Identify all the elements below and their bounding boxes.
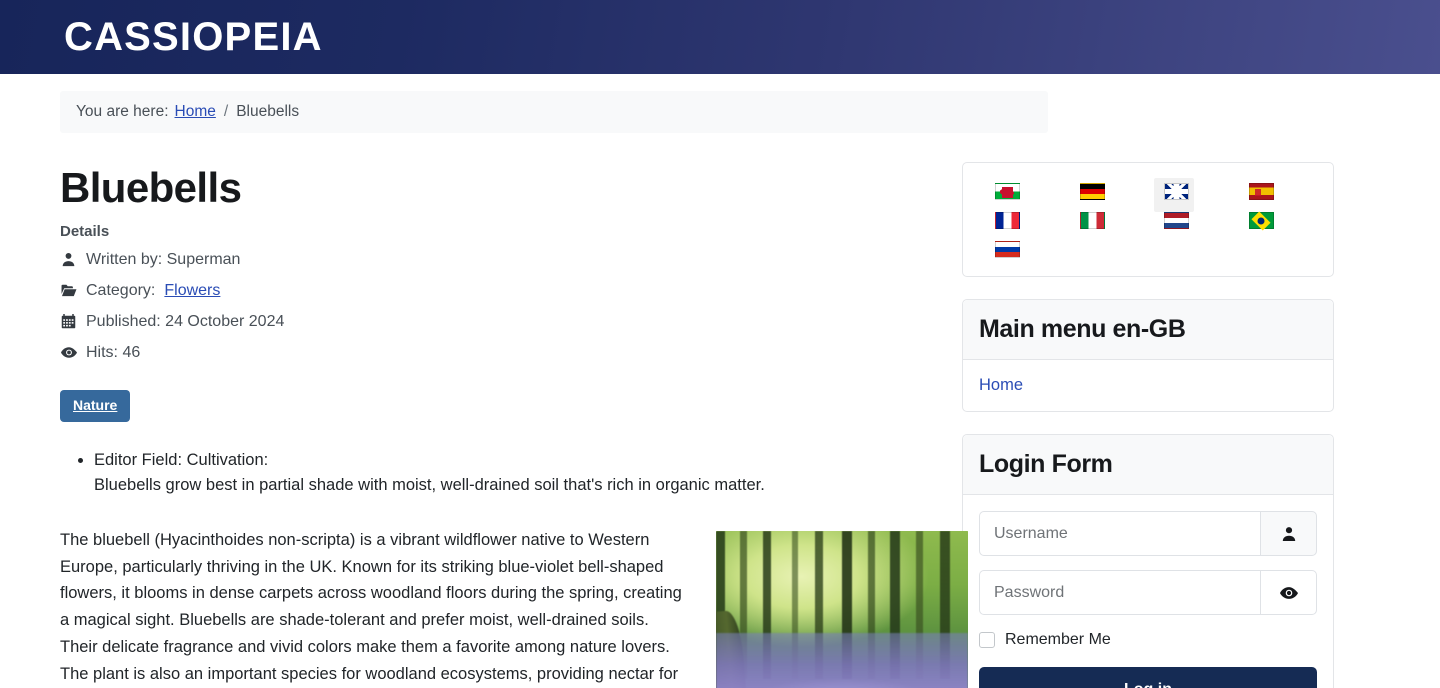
breadcrumb-label: You are here:	[76, 103, 169, 120]
calendar-icon	[60, 313, 77, 330]
remember-me-checkbox[interactable]	[979, 632, 995, 648]
wales-flag-icon	[995, 183, 1020, 200]
meta-category-text: Category:	[86, 281, 156, 299]
remember-me-row[interactable]: Remember Me	[979, 631, 1317, 649]
italy-flag-icon	[1079, 212, 1105, 229]
custom-field-label: Editor Field: Cultivation:	[94, 450, 269, 469]
login-form-title: Login Form	[963, 435, 1333, 495]
russia-flag-icon	[995, 241, 1020, 258]
language-flag-cy[interactable]	[979, 177, 1064, 206]
language-flag-ru[interactable]	[979, 235, 1064, 264]
tag-badge-nature[interactable]: Nature	[60, 390, 131, 422]
username-input[interactable]	[979, 511, 1260, 556]
meta-item-hits: Hits: 46	[60, 337, 968, 368]
france-flag-icon	[995, 212, 1020, 229]
bluebell-blooms-layer	[716, 656, 968, 688]
article-meta-list: Written by: Superman Category: Flowers P…	[60, 244, 968, 368]
language-flag-fr[interactable]	[979, 206, 1064, 235]
meta-published-text: Published: 24 October 2024	[86, 312, 285, 330]
main-menu-title: Main menu en-GB	[963, 300, 1333, 360]
breadcrumb-home-link[interactable]: Home	[175, 103, 216, 121]
site-header: CASSIOPEIA	[0, 0, 1440, 74]
meta-author-text: Written by: Superman	[86, 250, 241, 268]
login-form-module: Login Form Remember Me	[962, 434, 1334, 688]
meta-item-category: Category: Flowers	[60, 275, 968, 306]
menu-link-home[interactable]: Home	[979, 376, 1023, 394]
bluebell-forest-image	[716, 530, 968, 688]
eye-icon	[60, 344, 77, 361]
details-heading: Details	[60, 223, 110, 241]
breadcrumb-separator: /	[223, 103, 229, 120]
netherlands-flag-icon	[1164, 212, 1189, 229]
article-body: The bluebell (Hyacinthoides non-scripta)…	[60, 527, 968, 688]
meta-item-author: Written by: Superman	[60, 244, 968, 275]
custom-field-list: Editor Field: Cultivation: Bluebells gro…	[60, 448, 968, 499]
main-menu-list: Home	[979, 376, 1317, 395]
menu-item-home: Home	[979, 376, 1317, 395]
brazil-flag-icon	[1248, 212, 1274, 229]
language-flag-it[interactable]	[1064, 206, 1149, 235]
eye-icon[interactable]	[1260, 570, 1317, 615]
page-layout: You are here: Home / Bluebells Bluebells…	[0, 74, 1440, 688]
main-content: You are here: Home / Bluebells Bluebells…	[0, 74, 1048, 688]
meta-hits-text: Hits: 46	[86, 343, 141, 361]
language-flag-pt-br[interactable]	[1233, 206, 1318, 235]
language-switcher-module	[962, 162, 1334, 277]
sidebar: Main menu en-GB Home Login Form Username…	[962, 74, 1394, 688]
uk-flag-icon	[1164, 183, 1189, 200]
breadcrumb: You are here: Home / Bluebells	[60, 91, 1048, 133]
site-brand[interactable]: CASSIOPEIA	[64, 17, 323, 57]
user-icon	[1260, 511, 1317, 556]
spain-flag-icon	[1248, 183, 1274, 200]
username-field-group	[979, 511, 1317, 556]
main-menu-body: Home	[963, 360, 1333, 411]
page-title: Bluebells	[60, 164, 242, 211]
meta-category-link[interactable]: Flowers	[164, 282, 220, 299]
breadcrumb-current: Bluebells	[236, 103, 300, 120]
language-flag-de[interactable]	[1064, 177, 1149, 206]
login-form-body: Remember Me Log in Forgot your password?…	[963, 495, 1333, 688]
meta-item-published: Published: 24 October 2024	[60, 306, 968, 337]
language-flag-en-gb[interactable]	[1148, 177, 1233, 212]
remember-me-label[interactable]: Remember Me	[1005, 631, 1111, 649]
password-field-group	[979, 570, 1317, 615]
folder-icon	[60, 282, 77, 299]
language-flag-grid	[979, 177, 1317, 264]
language-flag-es[interactable]	[1233, 177, 1318, 206]
password-input[interactable]	[979, 570, 1260, 615]
tag-row: Nature	[60, 390, 968, 422]
custom-field-item: Editor Field: Cultivation: Bluebells gro…	[94, 448, 968, 499]
custom-field-value: Bluebells grow best in partial shade wit…	[94, 476, 765, 495]
germany-flag-icon	[1079, 183, 1105, 200]
user-icon	[60, 251, 77, 268]
login-button[interactable]: Log in	[979, 667, 1317, 688]
main-menu-module: Main menu en-GB Home	[962, 299, 1334, 412]
